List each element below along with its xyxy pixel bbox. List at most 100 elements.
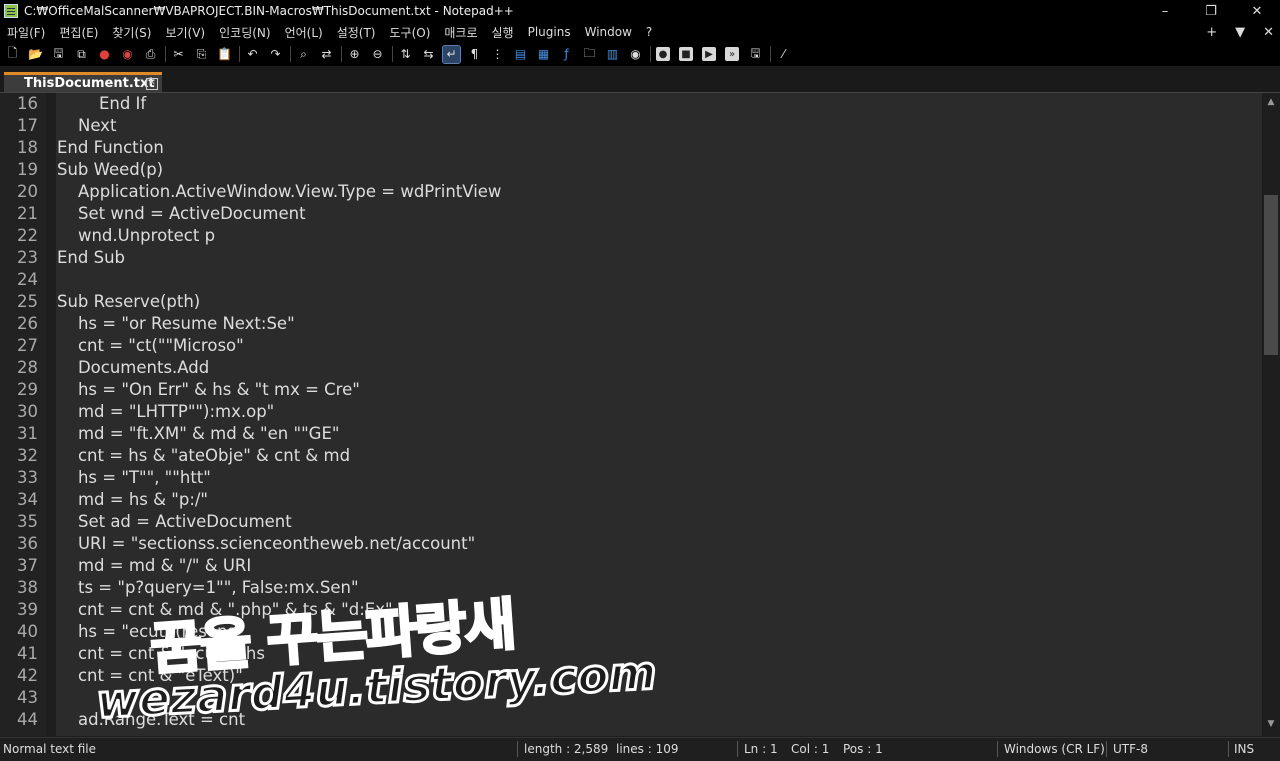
status-separator	[997, 741, 998, 757]
code-line: 33 hs = "T"", ""htt"	[0, 467, 211, 489]
play-macro-icon[interactable]: ▶	[702, 47, 716, 61]
tab-list-dropdown-icon[interactable]: ▼	[1235, 25, 1245, 40]
close-all-icon[interactable]: ◉	[119, 46, 136, 63]
status-separator	[1106, 741, 1107, 757]
tab-thisdocument[interactable]: ThisDocument.txt ✕	[4, 72, 162, 92]
save-icon[interactable]: 🖫	[50, 46, 67, 63]
menu-search[interactable]: 찾기(S)	[105, 24, 158, 41]
toolbar-separator	[770, 46, 771, 62]
close-document-icon[interactable]: ✕	[1263, 25, 1274, 40]
code-line: 21 Set wnd = ActiveDocument	[0, 203, 306, 225]
monitoring-eye-icon[interactable]: ◉	[627, 46, 644, 63]
show-all-characters-icon[interactable]: ¶	[466, 46, 483, 63]
line-number: 23	[17, 248, 38, 267]
line-number: 42	[17, 666, 38, 685]
status-eol[interactable]: Windows (CR LF)	[1004, 742, 1105, 756]
code-text: hs = "On Err" & hs & "t mx = Cre"	[57, 380, 360, 399]
zoom-in-icon[interactable]: ⊕	[346, 46, 363, 63]
redo-icon[interactable]: ↷	[267, 46, 284, 63]
menu-window[interactable]: Window	[578, 25, 639, 39]
code-line: 25 Sub Reserve(pth)	[0, 291, 200, 313]
zoom-out-icon[interactable]: ⊖	[369, 46, 386, 63]
code-line: 36 URI = "sectionss.scienceontheweb.net/…	[0, 533, 475, 555]
code-line: 40 hs = "ecute(resons"	[0, 621, 244, 643]
menu-help[interactable]: ?	[639, 25, 659, 39]
menu-file[interactable]: 파일(F)	[0, 24, 52, 41]
document-map-icon[interactable]: ▦	[535, 46, 552, 63]
folder-as-workspace-icon[interactable]: 🗀	[581, 46, 598, 63]
menu-view[interactable]: 보기(V)	[158, 24, 212, 41]
copy-icon[interactable]: ⎘	[193, 46, 210, 63]
code-text: Sub Weed(p)	[57, 160, 164, 179]
indent-guide-icon[interactable]: ⋮	[489, 46, 506, 63]
function-list-icon[interactable]: ƒ	[558, 46, 575, 63]
close-button[interactable]: ✕	[1234, 0, 1280, 22]
status-separator	[737, 741, 738, 757]
line-number: 33	[17, 468, 38, 487]
fold-margin[interactable]	[46, 93, 56, 736]
code-text: Application.ActiveWindow.View.Type = wdP…	[57, 182, 502, 201]
menu-right-controls: + ▼ ✕	[1188, 22, 1274, 42]
line-number: 19	[17, 160, 38, 179]
menu-edit[interactable]: 편집(E)	[52, 24, 105, 41]
menu-macro[interactable]: 매크로	[437, 24, 484, 41]
stop-macro-icon[interactable]: ■	[679, 47, 693, 61]
code-text: md = "LHTTP""):mx.op"	[57, 402, 275, 421]
save-all-icon[interactable]: ⧉	[73, 46, 90, 63]
toolbar-separator	[650, 46, 651, 62]
line-number: 34	[17, 490, 38, 509]
sync-horizontal-icon[interactable]: ⇆	[420, 46, 437, 63]
sync-vertical-icon[interactable]: ⇅	[397, 46, 414, 63]
run-macro-multiple-icon[interactable]: »	[725, 47, 739, 61]
window-title: C:₩OfficeMalScanner₩VBAPROJECT.BIN-Macro…	[24, 4, 514, 18]
status-length: length : 2,589	[524, 742, 609, 756]
document-list-icon[interactable]: ▥	[604, 46, 621, 63]
toolbar-separator	[165, 46, 166, 62]
replace-icon[interactable]: ⇄	[318, 46, 335, 63]
line-number: 41	[17, 644, 38, 663]
find-icon[interactable]: ⌕	[295, 46, 312, 63]
close-file-icon[interactable]: ●	[96, 46, 113, 63]
toolbar-separator	[239, 46, 240, 62]
code-line: 31 md = "ft.XM" & md & "en ""GE"	[0, 423, 339, 445]
menu-tools[interactable]: 도구(O)	[383, 24, 438, 41]
save-macro-icon[interactable]: 🖫	[747, 46, 764, 63]
window-controls: – ❐ ✕	[1142, 0, 1280, 22]
code-line: 44 ad.Range.Text = cnt	[0, 709, 245, 731]
cut-icon[interactable]: ✂	[170, 46, 187, 63]
menu-settings[interactable]: 설정(T)	[330, 24, 383, 41]
menu-run[interactable]: 실행	[485, 24, 521, 41]
line-number: 18	[17, 138, 38, 157]
code-text: End Sub	[57, 248, 126, 267]
scrollbar-thumb[interactable]	[1264, 195, 1278, 355]
status-separator	[1228, 741, 1229, 757]
print-icon[interactable]: ⎙	[142, 46, 159, 63]
status-insert-mode[interactable]: INS	[1234, 742, 1254, 756]
open-file-icon[interactable]: 📂	[27, 46, 44, 63]
line-number: 43	[17, 688, 38, 707]
define-language-icon[interactable]: ▤	[512, 46, 529, 63]
record-macro-icon[interactable]: ●	[656, 47, 670, 61]
minimize-button[interactable]: –	[1142, 0, 1188, 22]
spell-check-icon[interactable]: ⁄	[775, 46, 792, 63]
vertical-scrollbar[interactable]: ▲ ▼	[1262, 93, 1280, 736]
toolbar-separator	[290, 46, 291, 62]
restore-button[interactable]: ❐	[1188, 0, 1234, 22]
menu-plugins[interactable]: Plugins	[521, 25, 578, 39]
paste-icon[interactable]: 📋	[216, 46, 233, 63]
code-line: 29 hs = "On Err" & hs & "t mx = Cre"	[0, 379, 360, 401]
status-lines: lines : 109	[616, 742, 679, 756]
status-encoding[interactable]: UTF-8	[1113, 742, 1148, 756]
code-text: wnd.Unprotect p	[57, 226, 216, 245]
new-file-icon[interactable]: 🗋	[4, 46, 21, 63]
new-tab-plus-icon[interactable]: +	[1206, 25, 1217, 40]
scroll-down-arrow-icon[interactable]: ▼	[1265, 719, 1277, 731]
line-number: 17	[17, 116, 38, 135]
code-lines: 16 End If 17 Next 18 End Function 19 Sub Weed…	[0, 93, 501, 731]
tab-close-icon[interactable]: ✕	[146, 78, 158, 90]
undo-icon[interactable]: ↶	[244, 46, 261, 63]
scroll-up-arrow-icon[interactable]: ▲	[1265, 97, 1277, 109]
menu-encoding[interactable]: 인코딩(N)	[212, 24, 277, 41]
word-wrap-icon[interactable]: ↵	[442, 44, 461, 64]
menu-language[interactable]: 언어(L)	[278, 24, 330, 41]
